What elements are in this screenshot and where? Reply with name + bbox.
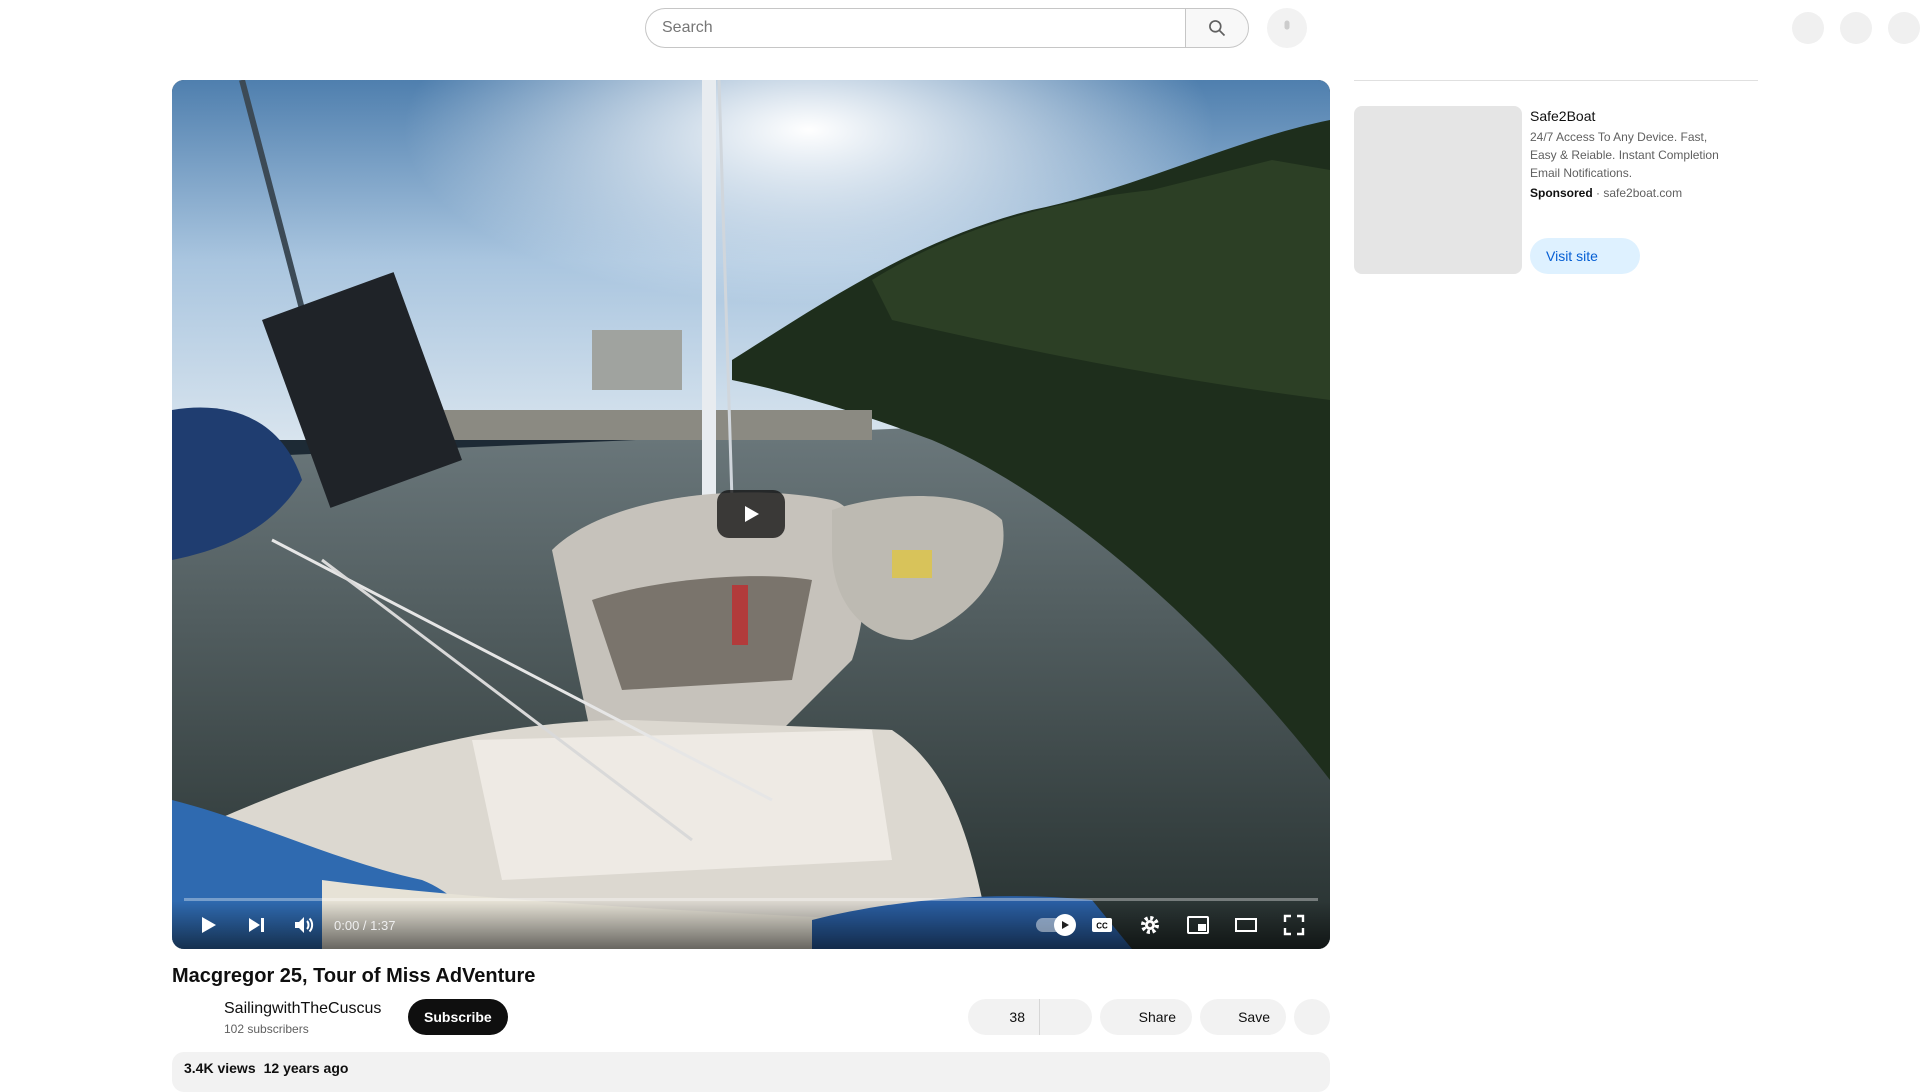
account-button[interactable] [1888, 12, 1920, 44]
like-dislike-group: 38 [968, 999, 1092, 1035]
share-label: Share [1138, 1009, 1176, 1025]
sidebar-divider [1354, 80, 1758, 81]
miniplayer-button[interactable] [1174, 901, 1222, 949]
upload-age: 12 years ago [263, 1060, 349, 1076]
description-box[interactable]: 3.4K views 12 years ago [172, 1052, 1330, 1092]
notifications-button[interactable] [1840, 12, 1872, 44]
settings-icon [1141, 916, 1159, 934]
search-icon [1209, 20, 1226, 37]
search-bar [645, 8, 1307, 48]
captions-icon: CC [1092, 918, 1112, 932]
video-title: Macgregor 25, Tour of Miss AdVenture [172, 965, 536, 987]
channel-avatar[interactable] [172, 998, 212, 1038]
ad-thumbnail[interactable] [1354, 106, 1522, 274]
settings-button[interactable] [1126, 901, 1174, 949]
subscribe-button[interactable]: Subscribe [408, 999, 508, 1035]
play-icon [745, 506, 759, 522]
theater-icon [1235, 918, 1257, 932]
autoplay-toggle-icon [1054, 914, 1076, 936]
ad-meta: Sponsored · safe2boat.com [1530, 184, 1682, 202]
next-icon [249, 918, 264, 932]
play-icon [202, 917, 216, 933]
save-button[interactable]: Save [1200, 999, 1286, 1035]
captions-button[interactable]: CC [1078, 901, 1126, 949]
ad-separator: · [1596, 186, 1601, 200]
create-button[interactable] [1792, 12, 1824, 44]
ad-domain: safe2boat.com [1603, 186, 1683, 200]
mute-button[interactable] [280, 901, 328, 949]
volume-icon [295, 917, 314, 933]
search-input[interactable] [645, 8, 1185, 48]
next-button[interactable] [232, 901, 280, 949]
channel-row: SailingwithTheCuscus 102 subscribers Sub… [172, 998, 1330, 1038]
more-actions-button[interactable] [1294, 999, 1330, 1035]
miniplayer-icon [1187, 916, 1209, 934]
fullscreen-icon [1283, 914, 1305, 936]
like-button[interactable]: 38 [968, 999, 1040, 1035]
ad-description: 24/7 Access To Any Device. Fast, Easy & … [1530, 130, 1719, 180]
masthead-actions [1792, 12, 1920, 44]
mic-icon [1284, 20, 1290, 30]
video-player[interactable]: 0:00 / 1:37 CC [172, 80, 1330, 949]
masthead [0, 0, 1920, 56]
time-display: 0:00 / 1:37 [334, 917, 396, 933]
voice-search-button[interactable] [1267, 8, 1307, 48]
ad-title[interactable]: Safe2Boat [1530, 106, 1595, 126]
player-controls: 0:00 / 1:37 CC [172, 901, 1330, 949]
autoplay-toggle[interactable] [1030, 901, 1078, 949]
large-play-button[interactable] [717, 490, 785, 538]
subscriber-count: 102 subscribers [224, 1022, 309, 1036]
fullscreen-button[interactable] [1270, 901, 1318, 949]
channel-name[interactable]: SailingwithTheCuscus [224, 998, 381, 1020]
sponsored-label: Sponsored [1530, 186, 1593, 200]
like-count: 38 [1009, 1009, 1025, 1025]
save-label: Save [1238, 1009, 1270, 1025]
search-button[interactable] [1185, 8, 1249, 48]
autoplay-switch [1036, 914, 1076, 936]
visit-site-button[interactable]: Visit site [1530, 238, 1640, 274]
svg-text:CC: CC [1096, 922, 1108, 931]
share-button[interactable]: Share [1100, 999, 1192, 1035]
view-count: 3.4K views [184, 1060, 256, 1076]
play-button[interactable] [184, 901, 232, 949]
sponsored-ad[interactable]: Safe2Boat 24/7 Access To Any Device. Fas… [1354, 106, 1758, 276]
dislike-button[interactable] [1040, 999, 1092, 1035]
theater-mode-button[interactable] [1222, 901, 1270, 949]
video-actions: 38 Share Save [968, 999, 1330, 1035]
